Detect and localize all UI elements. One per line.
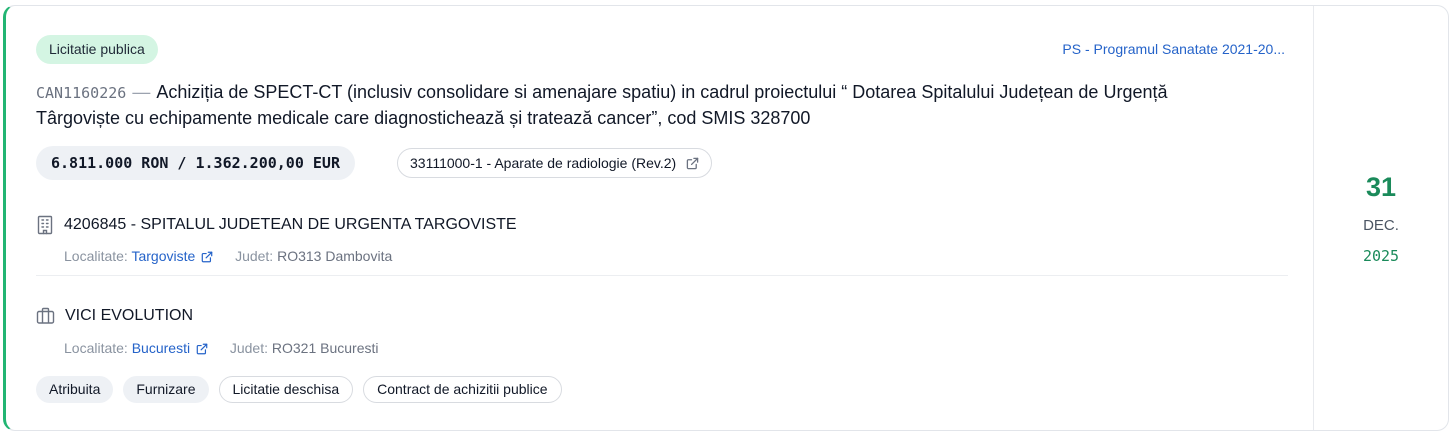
authority-name[interactable]: 4206845 - SPITALUL JUDETEAN DE URGENTA T… <box>64 216 517 234</box>
supplier-county-label: Judet: <box>229 340 268 356</box>
tender-card[interactable]: Licitatie publica PS - Programul Sanatat… <box>3 5 1449 431</box>
authority-locality-label: Localitate: <box>64 248 128 264</box>
program-link[interactable]: PS - Programul Sanatate 2021-20... <box>1025 40 1285 58</box>
authority-county-label: Judet: <box>235 248 274 264</box>
notice-title-row: CAN1160226 — Achiziția de SPECT-CT (inclus… <box>36 80 1256 131</box>
section-divider <box>36 275 1288 276</box>
tag-list: Atribuita Furnizare Licitatie deschisa C… <box>36 376 562 403</box>
authority-county: RO313 Dambovita <box>277 248 393 264</box>
tag-procedure[interactable]: Licitatie deschisa <box>218 376 354 403</box>
authority-locality-link[interactable]: Targoviste <box>131 248 213 264</box>
cpv-code-link[interactable]: 33111000-1 - Aparate de radiologie (Rev.… <box>397 148 713 178</box>
tender-main: Licitatie publica PS - Programul Sanatat… <box>6 6 1314 430</box>
procedure-type-badge: Licitatie publica <box>36 35 158 64</box>
authority-row: 4206845 - SPITALUL JUDETEAN DE URGENTA T… <box>36 215 517 235</box>
supplier-meta: Localitate: Bucuresti Judet: RO321 Bucur… <box>64 340 379 356</box>
date-day: 31 <box>1365 172 1397 202</box>
external-link-icon <box>196 343 208 355</box>
title-separator: — <box>132 82 151 102</box>
date-column: 31 DEC. 2025 <box>1313 6 1448 430</box>
supplier-name[interactable]: VICI EVOLUTION <box>65 307 193 325</box>
tag-status[interactable]: Atribuita <box>36 376 114 403</box>
supplier-county: RO321 Bucuresti <box>271 340 379 356</box>
supplier-locality-label: Localitate: <box>64 340 128 356</box>
notice-title[interactable]: Achiziția de SPECT-CT (inclusiv consolid… <box>36 82 1168 128</box>
building-icon <box>37 215 53 235</box>
date-year: 2025 <box>1362 247 1400 265</box>
external-link-icon <box>686 157 699 170</box>
tag-contract-type[interactable]: Contract de achizitii publice <box>363 376 562 403</box>
supplier-locality: Bucuresti <box>131 340 191 356</box>
cpv-label: 33111000-1 - Aparate de radiologie (Rev.… <box>410 155 677 171</box>
supplier-locality-link[interactable]: Bucuresti <box>132 340 208 356</box>
date-month: DEC. <box>1363 217 1399 234</box>
contract-value: 6.811.000 RON / 1.362.200,00 EUR <box>36 146 355 180</box>
authority-locality: Targoviste <box>131 248 196 264</box>
notice-code: CAN1160226 <box>36 84 127 102</box>
external-link-icon <box>201 251 213 263</box>
briefcase-icon <box>36 307 55 324</box>
supplier-row: VICI EVOLUTION <box>36 307 193 325</box>
tag-contract-object[interactable]: Furnizare <box>123 376 209 403</box>
authority-meta: Localitate: Targoviste Judet: RO313 Damb… <box>64 248 392 264</box>
